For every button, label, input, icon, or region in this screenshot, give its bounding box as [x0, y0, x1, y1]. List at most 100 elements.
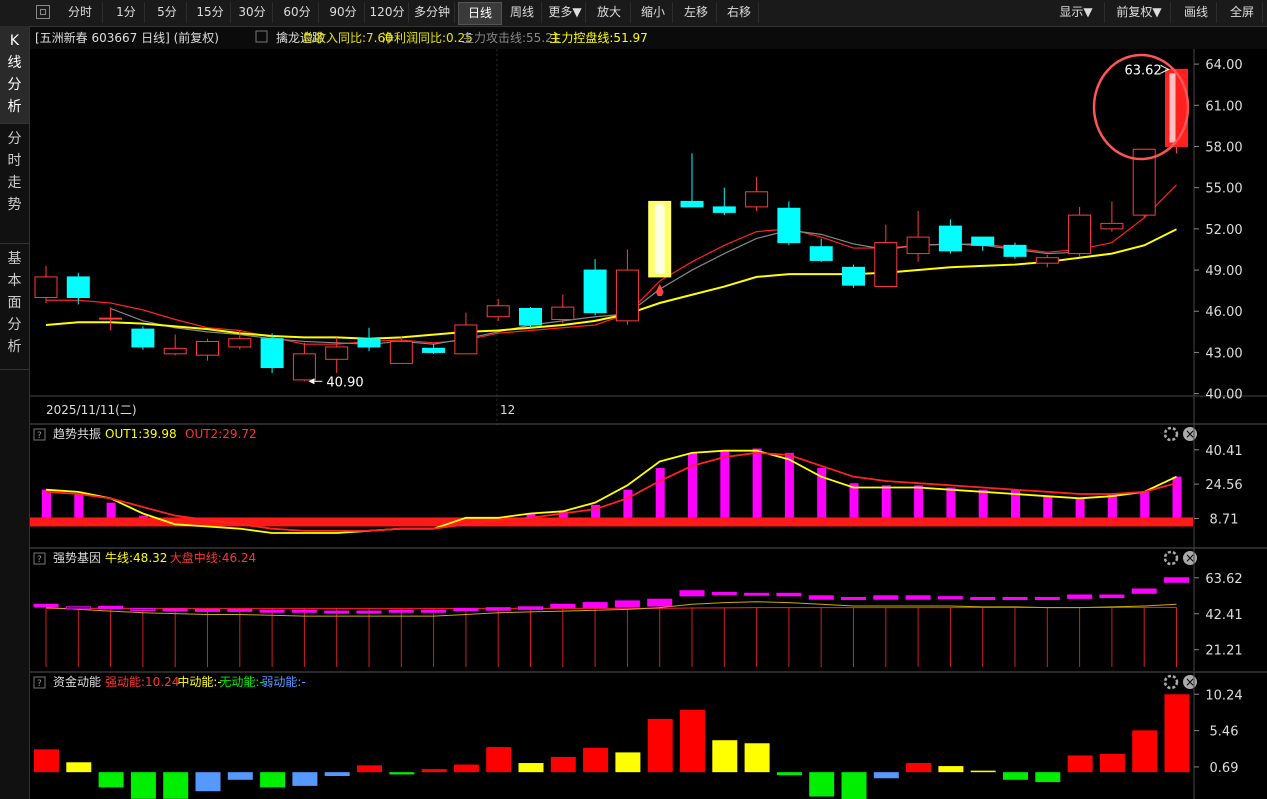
candle-body-35: [1165, 68, 1188, 147]
energy-bar-30: [1003, 772, 1028, 780]
gene-bar-9: [324, 610, 350, 614]
gene-bar-11: [388, 609, 414, 613]
toolbar-btn-6[interactable]: 90分: [322, 2, 365, 23]
sidebar-tab-2[interactable]: 基本面分析: [0, 244, 29, 370]
toolbar-btn-12[interactable]: 放大: [588, 2, 631, 23]
energy-bar-26: [873, 772, 899, 779]
toolbar-btn-15[interactable]: 右移: [720, 2, 759, 23]
trend-bar-31: [1043, 496, 1053, 518]
energy-bar-32: [1067, 755, 1093, 773]
main-ytick-label-3: 55.00: [1205, 182, 1242, 197]
view-sidebar: K线分析分时走势基本面分析: [0, 26, 30, 799]
gene-bar-1: [65, 606, 91, 610]
candle-body-23: [777, 207, 801, 244]
energy-bar-35: [1164, 694, 1190, 773]
help-q-2: ?: [37, 679, 42, 689]
energy-bar-27: [906, 763, 932, 773]
sidebar-tab-1[interactable]: 分时走势: [0, 124, 29, 244]
gene-bar-28: [937, 596, 963, 600]
gene-bar-4: [162, 608, 188, 612]
gene-bar-29: [970, 597, 996, 601]
gene-bar-30: [1002, 597, 1028, 601]
trend-bar-33: [1107, 494, 1117, 518]
gene-bar-25: [841, 597, 866, 601]
gene-bar-22: [744, 592, 770, 596]
panel-2-field-2: 无动能:-: [219, 675, 263, 689]
toolbar-btn-1[interactable]: 1分: [108, 2, 145, 23]
toolbar-btn-11[interactable]: 更多▼: [545, 2, 586, 23]
toolbar-right-btn-3[interactable]: 全屏: [1222, 2, 1263, 23]
gene-bar-2: [98, 605, 124, 610]
help-q-0: ?: [37, 431, 42, 441]
toolbar-btn-10[interactable]: 周线: [503, 2, 542, 23]
gene-bar-20: [679, 590, 705, 597]
main-ytick-label-1: 61.00: [1205, 99, 1242, 114]
candle-body-26: [874, 242, 898, 288]
toolbar-right-btn-0[interactable]: 显示▼: [1048, 2, 1105, 23]
trend-bar-35: [1172, 476, 1182, 518]
gene-bar-16: [550, 603, 576, 609]
candle-body-20: [680, 200, 704, 208]
candle-body-28: [938, 225, 962, 252]
toolbar-btn-7[interactable]: 120分: [366, 2, 409, 23]
sidebar-tab-0[interactable]: K线分析: [0, 26, 29, 124]
panel-2-field-0: 强动能:10.24: [105, 675, 179, 689]
trend-bar-34: [1140, 491, 1150, 518]
main-ytick-label-8: 40.00: [1205, 388, 1242, 403]
candle-body-21: [712, 206, 736, 213]
help-q-1: ?: [37, 555, 42, 565]
toolbar-btn-9[interactable]: 日线: [458, 2, 502, 25]
trend-bar-32: [1075, 498, 1085, 518]
p3-ytick-label-1: 5.46: [1210, 725, 1239, 740]
energy-bar-31: [1035, 772, 1061, 783]
energy-bar-18: [615, 752, 641, 773]
panel-2-field-1: 中动能:-: [177, 674, 221, 689]
energy-bar-17: [583, 747, 609, 773]
candle-body-22: [745, 191, 769, 208]
trend-bar-22: [752, 448, 762, 518]
candle-body-0: [34, 276, 58, 299]
main-ytick-label-7: 43.00: [1205, 346, 1242, 361]
energy-bar-10: [357, 765, 382, 773]
candle-body-16: [551, 306, 575, 320]
candle-body-7: [260, 338, 284, 369]
candle-body-5: [196, 340, 219, 356]
toolbar-btn-5[interactable]: 60分: [276, 2, 319, 23]
candle-body-30: [1003, 244, 1027, 257]
candle-body-4: [163, 347, 187, 355]
toolbar-btn-3[interactable]: 15分: [190, 2, 231, 23]
toolbar-btn-14[interactable]: 左移: [676, 2, 717, 23]
energy-bar-15: [518, 763, 544, 773]
panel-0-field-0: OUT1:39.98: [105, 427, 177, 441]
chart-canvas[interactable]: [五洲新春 603667 日线] (前复权) 擒龙追踪总收入同比:7.60净利润同…: [30, 27, 1267, 799]
trend-bar-0: [42, 489, 51, 518]
p3-ytick-label-0: 10.24: [1205, 688, 1242, 703]
toolbar-btn-8[interactable]: 多分钟: [410, 2, 455, 23]
gene-bar-8: [291, 609, 317, 613]
panel-1-field-1: 大盘中线:46.24: [170, 550, 256, 565]
toolbar-right-btn-2[interactable]: 画线: [1176, 2, 1217, 23]
energy-bar-4: [163, 772, 189, 799]
date-label: 2025/11/11(二): [46, 403, 137, 417]
toolbar-btn-13[interactable]: 缩小: [634, 2, 673, 23]
energy-bar-20: [680, 709, 705, 773]
toolbar-btn-4[interactable]: 30分: [232, 2, 273, 23]
energy-bar-12: [421, 769, 447, 773]
trend-bar-17: [591, 504, 601, 518]
gene-bar-27: [905, 595, 931, 600]
toolbar-btn-2[interactable]: 5分: [148, 2, 187, 23]
gene-bar-18: [614, 600, 640, 608]
p1-ytick-label-1: 24.56: [1205, 478, 1242, 493]
candle-body-12: [422, 347, 446, 353]
p1-ytick-label-0: 40.41: [1205, 444, 1242, 459]
toolbar-right-btn-1[interactable]: 前复权▼: [1108, 2, 1171, 23]
period-toolbar: 分时 1分 5分 15分 30分 60分 90分 120分 多分钟 日线 周线 更多▼ 放大 缩小 左移 右移…: [0, 0, 1267, 27]
candle-body-29: [971, 236, 995, 246]
trend-bar-19: [655, 468, 665, 518]
month-label: 12: [500, 403, 515, 417]
energy-bar-34: [1132, 730, 1158, 773]
energy-bar-21: [712, 740, 738, 773]
toolbar-btn-0[interactable]: 分时: [58, 2, 103, 23]
window-layout-icon[interactable]: [36, 5, 50, 19]
candle-body-10: [357, 338, 381, 348]
